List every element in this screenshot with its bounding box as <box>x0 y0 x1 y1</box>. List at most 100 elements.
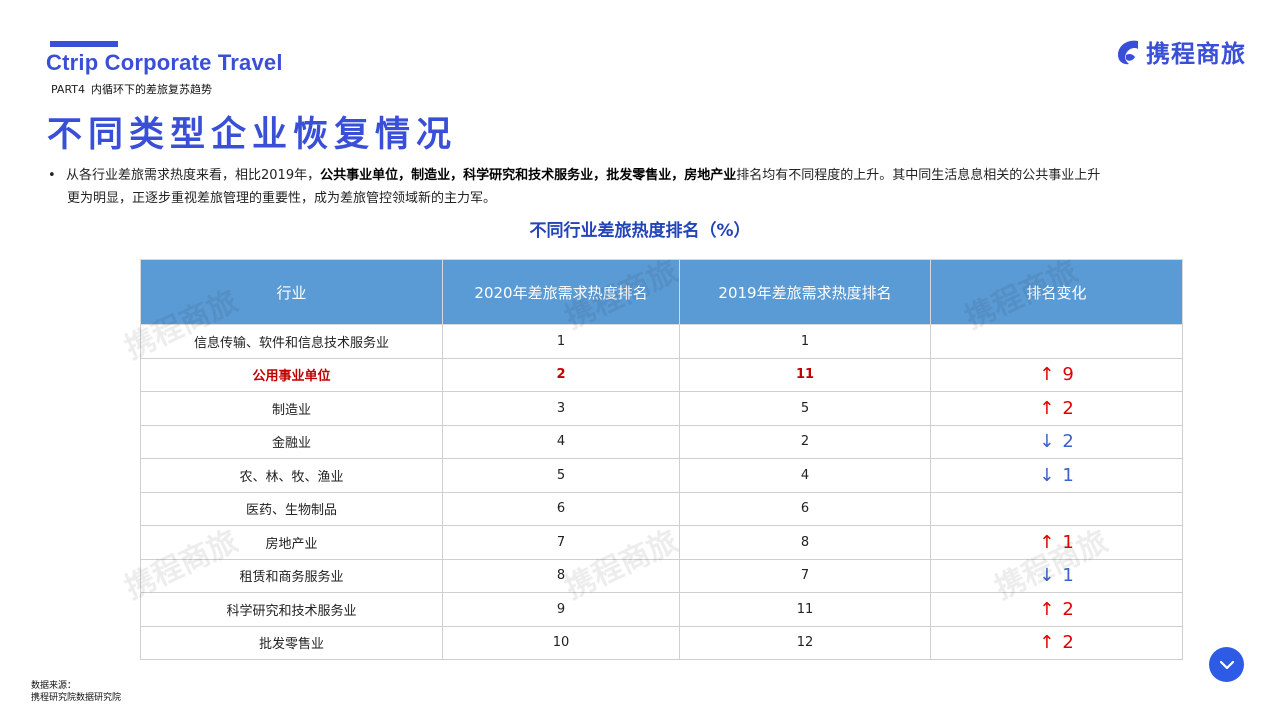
rank-change-cell: ↑ 1 <box>930 525 1183 560</box>
change-value: 2 <box>1062 397 1074 419</box>
table-title: 不同行业差旅热度排名（%） <box>529 221 751 241</box>
chevron-down-icon <box>1219 660 1234 669</box>
header-rank-2019: 2019年差旅需求热度排名 <box>679 259 931 325</box>
rank-2020-cell: 5 <box>442 458 680 493</box>
bullet-sep: ， <box>450 168 464 183</box>
arrow-down-icon: ↓ <box>1039 464 1055 486</box>
bullet-text: 从各行业差旅需求热度来看，相比2019年， <box>66 168 321 183</box>
bullet-bold: 公共事业单位 <box>320 168 399 183</box>
rank-2020-cell: 4 <box>442 424 680 459</box>
rank-change-cell <box>930 491 1183 526</box>
part-title: 内循环下的差旅复苏趋势 <box>91 83 213 96</box>
table-header-row: 行业 2020年差旅需求热度排名 2019年差旅需求热度排名 排名变化 <box>140 259 1183 325</box>
bullet-bold: 房地产业 <box>684 168 737 183</box>
industry-ranking-table: 行业 2020年差旅需求热度排名 2019年差旅需求热度排名 排名变化 信息传输… <box>140 259 1183 660</box>
table-row: 房地产业 7 8 ↑ 1 <box>140 525 1183 560</box>
data-source: 数据来源： 携程研究院数据研究院 <box>31 680 121 704</box>
dolphin-logo-icon <box>1118 40 1138 64</box>
rank-2020-cell: 2 <box>442 357 680 392</box>
rank-change-cell: ↑ 2 <box>930 391 1183 426</box>
rank-2019-cell: 8 <box>679 525 931 560</box>
arrow-down-icon: ↓ <box>1039 565 1055 587</box>
rank-change-cell: ↓ 1 <box>930 458 1183 493</box>
part-number: PART4 <box>51 83 86 96</box>
rank-2020-cell: 6 <box>442 491 680 526</box>
industry-cell: 制造业 <box>140 391 443 426</box>
arrow-up-icon: ↑ <box>1039 632 1055 654</box>
rank-2020-cell: 8 <box>442 558 680 593</box>
rank-2019-cell: 6 <box>679 491 931 526</box>
table-row: 制造业 3 5 ↑ 2 <box>140 391 1183 426</box>
header-accent-bar <box>50 41 118 47</box>
rank-2019-cell: 1 <box>679 324 931 359</box>
change-value: 1 <box>1062 565 1074 587</box>
change-value: 2 <box>1062 598 1074 620</box>
table-row: 批发零售业 10 12 ↑ 2 <box>140 625 1183 660</box>
change-value: 9 <box>1062 364 1074 386</box>
arrow-up-icon: ↑ <box>1039 364 1055 386</box>
scroll-down-button[interactable] <box>1209 647 1244 682</box>
industry-cell: 金融业 <box>140 424 443 459</box>
table-row: 信息传输、软件和信息技术服务业 1 1 <box>140 324 1183 359</box>
brand-name: Ctrip Corporate Travel <box>46 50 283 75</box>
bullet-text: 更为明显，正逐步重视差旅管理的重要性，成为差旅管控领域新的主力军。 <box>67 191 497 206</box>
industry-cell: 信息传输、软件和信息技术服务业 <box>140 324 443 359</box>
rank-change-cell: ↑ 2 <box>930 625 1183 660</box>
rank-2020-cell: 9 <box>442 592 680 627</box>
arrow-down-icon: ↓ <box>1039 431 1055 453</box>
header-rank-2020: 2020年差旅需求热度排名 <box>442 259 680 325</box>
rank-2020-cell: 3 <box>442 391 680 426</box>
rank-2019-cell: 5 <box>679 391 931 426</box>
table-row: 公用事业单位 2 11 ↑ 9 <box>140 357 1183 392</box>
summary-bullet: • 从各行业差旅需求热度来看，相比2019年，公共事业单位，制造业，科学研究和技术… <box>48 164 1248 210</box>
rank-2020-cell: 7 <box>442 525 680 560</box>
rank-change-cell: ↓ 1 <box>930 558 1183 593</box>
industry-cell: 租赁和商务服务业 <box>140 558 443 593</box>
table-row: 金融业 4 2 ↓ 2 <box>140 424 1183 459</box>
change-value: 1 <box>1062 531 1074 553</box>
rank-change-cell: ↓ 2 <box>930 424 1183 459</box>
industry-cell: 公用事业单位 <box>140 357 443 392</box>
page-title: 不同类型企业恢复情况 <box>47 115 458 155</box>
rank-2019-cell: 2 <box>679 424 931 459</box>
table-row: 医药、生物制品 6 6 <box>140 491 1183 526</box>
table-row: 租赁和商务服务业 8 7 ↓ 1 <box>140 558 1183 593</box>
rank-2019-cell: 4 <box>679 458 931 493</box>
table-row: 科学研究和技术服务业 9 11 ↑ 2 <box>140 592 1183 627</box>
rank-2019-cell: 11 <box>679 357 931 392</box>
bullet-sep: ， <box>671 168 685 183</box>
industry-cell: 科学研究和技术服务业 <box>140 592 443 627</box>
bullet-bold: 批发零售业 <box>606 168 672 183</box>
industry-cell: 农、林、牧、渔业 <box>140 458 443 493</box>
arrow-up-icon: ↑ <box>1039 598 1055 620</box>
rank-change-cell: ↑ 2 <box>930 592 1183 627</box>
rank-2019-cell: 11 <box>679 592 931 627</box>
source-label: 数据来源： <box>31 681 77 691</box>
rank-2019-cell: 12 <box>679 625 931 660</box>
industry-cell: 房地产业 <box>140 525 443 560</box>
change-value: 1 <box>1062 464 1074 486</box>
arrow-up-icon: ↑ <box>1039 397 1055 419</box>
bullet-bold: 制造业 <box>411 168 451 183</box>
rank-2020-cell: 10 <box>442 625 680 660</box>
bullet-bold: 科学研究和技术服务业 <box>463 168 594 183</box>
ctrip-logo: 携程商旅 <box>1114 34 1246 69</box>
change-value: 2 <box>1062 632 1074 654</box>
rank-2019-cell: 7 <box>679 558 931 593</box>
header-rank-change: 排名变化 <box>930 259 1183 325</box>
arrow-up-icon: ↑ <box>1039 531 1055 553</box>
header-industry: 行业 <box>140 259 443 325</box>
industry-cell: 医药、生物制品 <box>140 491 443 526</box>
industry-cell: 批发零售业 <box>140 625 443 660</box>
logo-text: 携程商旅 <box>1146 40 1246 68</box>
rank-change-cell: ↑ 9 <box>930 357 1183 392</box>
bullet-dot: • <box>48 168 56 183</box>
section-label: PART4 内循环下的差旅复苏趋势 <box>51 81 212 97</box>
rank-change-cell <box>930 324 1183 359</box>
rank-2020-cell: 1 <box>442 324 680 359</box>
source-value: 携程研究院数据研究院 <box>31 693 122 703</box>
bullet-sep: ， <box>593 168 607 183</box>
bullet-sep: ， <box>398 168 412 183</box>
table-row: 农、林、牧、渔业 5 4 ↓ 1 <box>140 458 1183 493</box>
change-value: 2 <box>1062 431 1074 453</box>
